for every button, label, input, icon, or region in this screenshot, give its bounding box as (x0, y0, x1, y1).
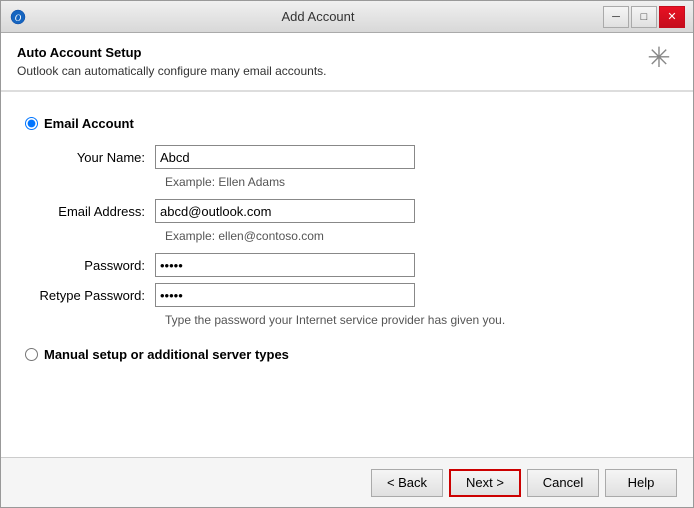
close-button[interactable]: ✕ (659, 6, 685, 28)
maximize-button[interactable]: □ (631, 6, 657, 28)
email-address-input[interactable] (155, 199, 415, 223)
title-bar: O Add Account ─ □ ✕ (1, 1, 693, 33)
window-title: Add Account (33, 9, 603, 24)
password-label: Password: (25, 258, 155, 273)
manual-setup-label: Manual setup or additional server types (44, 347, 289, 362)
form-area: Email Account Your Name: Example: Ellen … (1, 96, 693, 457)
window-controls: ─ □ ✕ (603, 6, 685, 28)
auto-setup-header: Auto Account Setup Outlook can automatic… (1, 33, 693, 91)
your-name-label: Your Name: (25, 150, 155, 165)
email-address-hint: Example: ellen@contoso.com (165, 229, 669, 243)
email-address-row: Email Address: (25, 199, 669, 223)
minimize-button[interactable]: ─ (603, 6, 629, 28)
your-name-row: Your Name: (25, 145, 669, 169)
auto-setup-heading: Auto Account Setup (17, 45, 327, 60)
dialog-footer: < Back Next > Cancel Help (1, 457, 693, 507)
your-name-hint: Example: Ellen Adams (165, 175, 669, 189)
retype-password-input[interactable] (155, 283, 415, 307)
svg-text:O: O (15, 13, 22, 23)
retype-password-label: Retype Password: (25, 288, 155, 303)
auto-setup-description: Outlook can automatically configure many… (17, 64, 327, 78)
divider (1, 91, 693, 92)
email-account-radio[interactable] (25, 117, 38, 130)
password-hint: Type the password your Internet service … (165, 313, 669, 327)
email-account-label[interactable]: Email Account (25, 116, 669, 131)
password-row: Password: (25, 253, 669, 277)
snowflake-icon: ✳ (647, 45, 670, 73)
manual-setup-radio[interactable] (25, 348, 38, 361)
password-input[interactable] (155, 253, 415, 277)
manual-setup-row: Manual setup or additional server types (25, 347, 669, 362)
auto-setup-text: Auto Account Setup Outlook can automatic… (17, 45, 327, 78)
help-button[interactable]: Help (605, 469, 677, 497)
app-icon: O (9, 8, 27, 26)
your-name-input[interactable] (155, 145, 415, 169)
next-button[interactable]: Next > (449, 469, 521, 497)
auto-setup-icon: ✳ (641, 41, 677, 77)
cancel-button[interactable]: Cancel (527, 469, 599, 497)
email-address-label: Email Address: (25, 204, 155, 219)
retype-password-row: Retype Password: (25, 283, 669, 307)
email-account-group: Email Account Your Name: Example: Ellen … (25, 116, 669, 327)
back-button[interactable]: < Back (371, 469, 443, 497)
add-account-window: O Add Account ─ □ ✕ Auto Account Setup O… (0, 0, 694, 508)
dialog-content: Auto Account Setup Outlook can automatic… (1, 33, 693, 507)
